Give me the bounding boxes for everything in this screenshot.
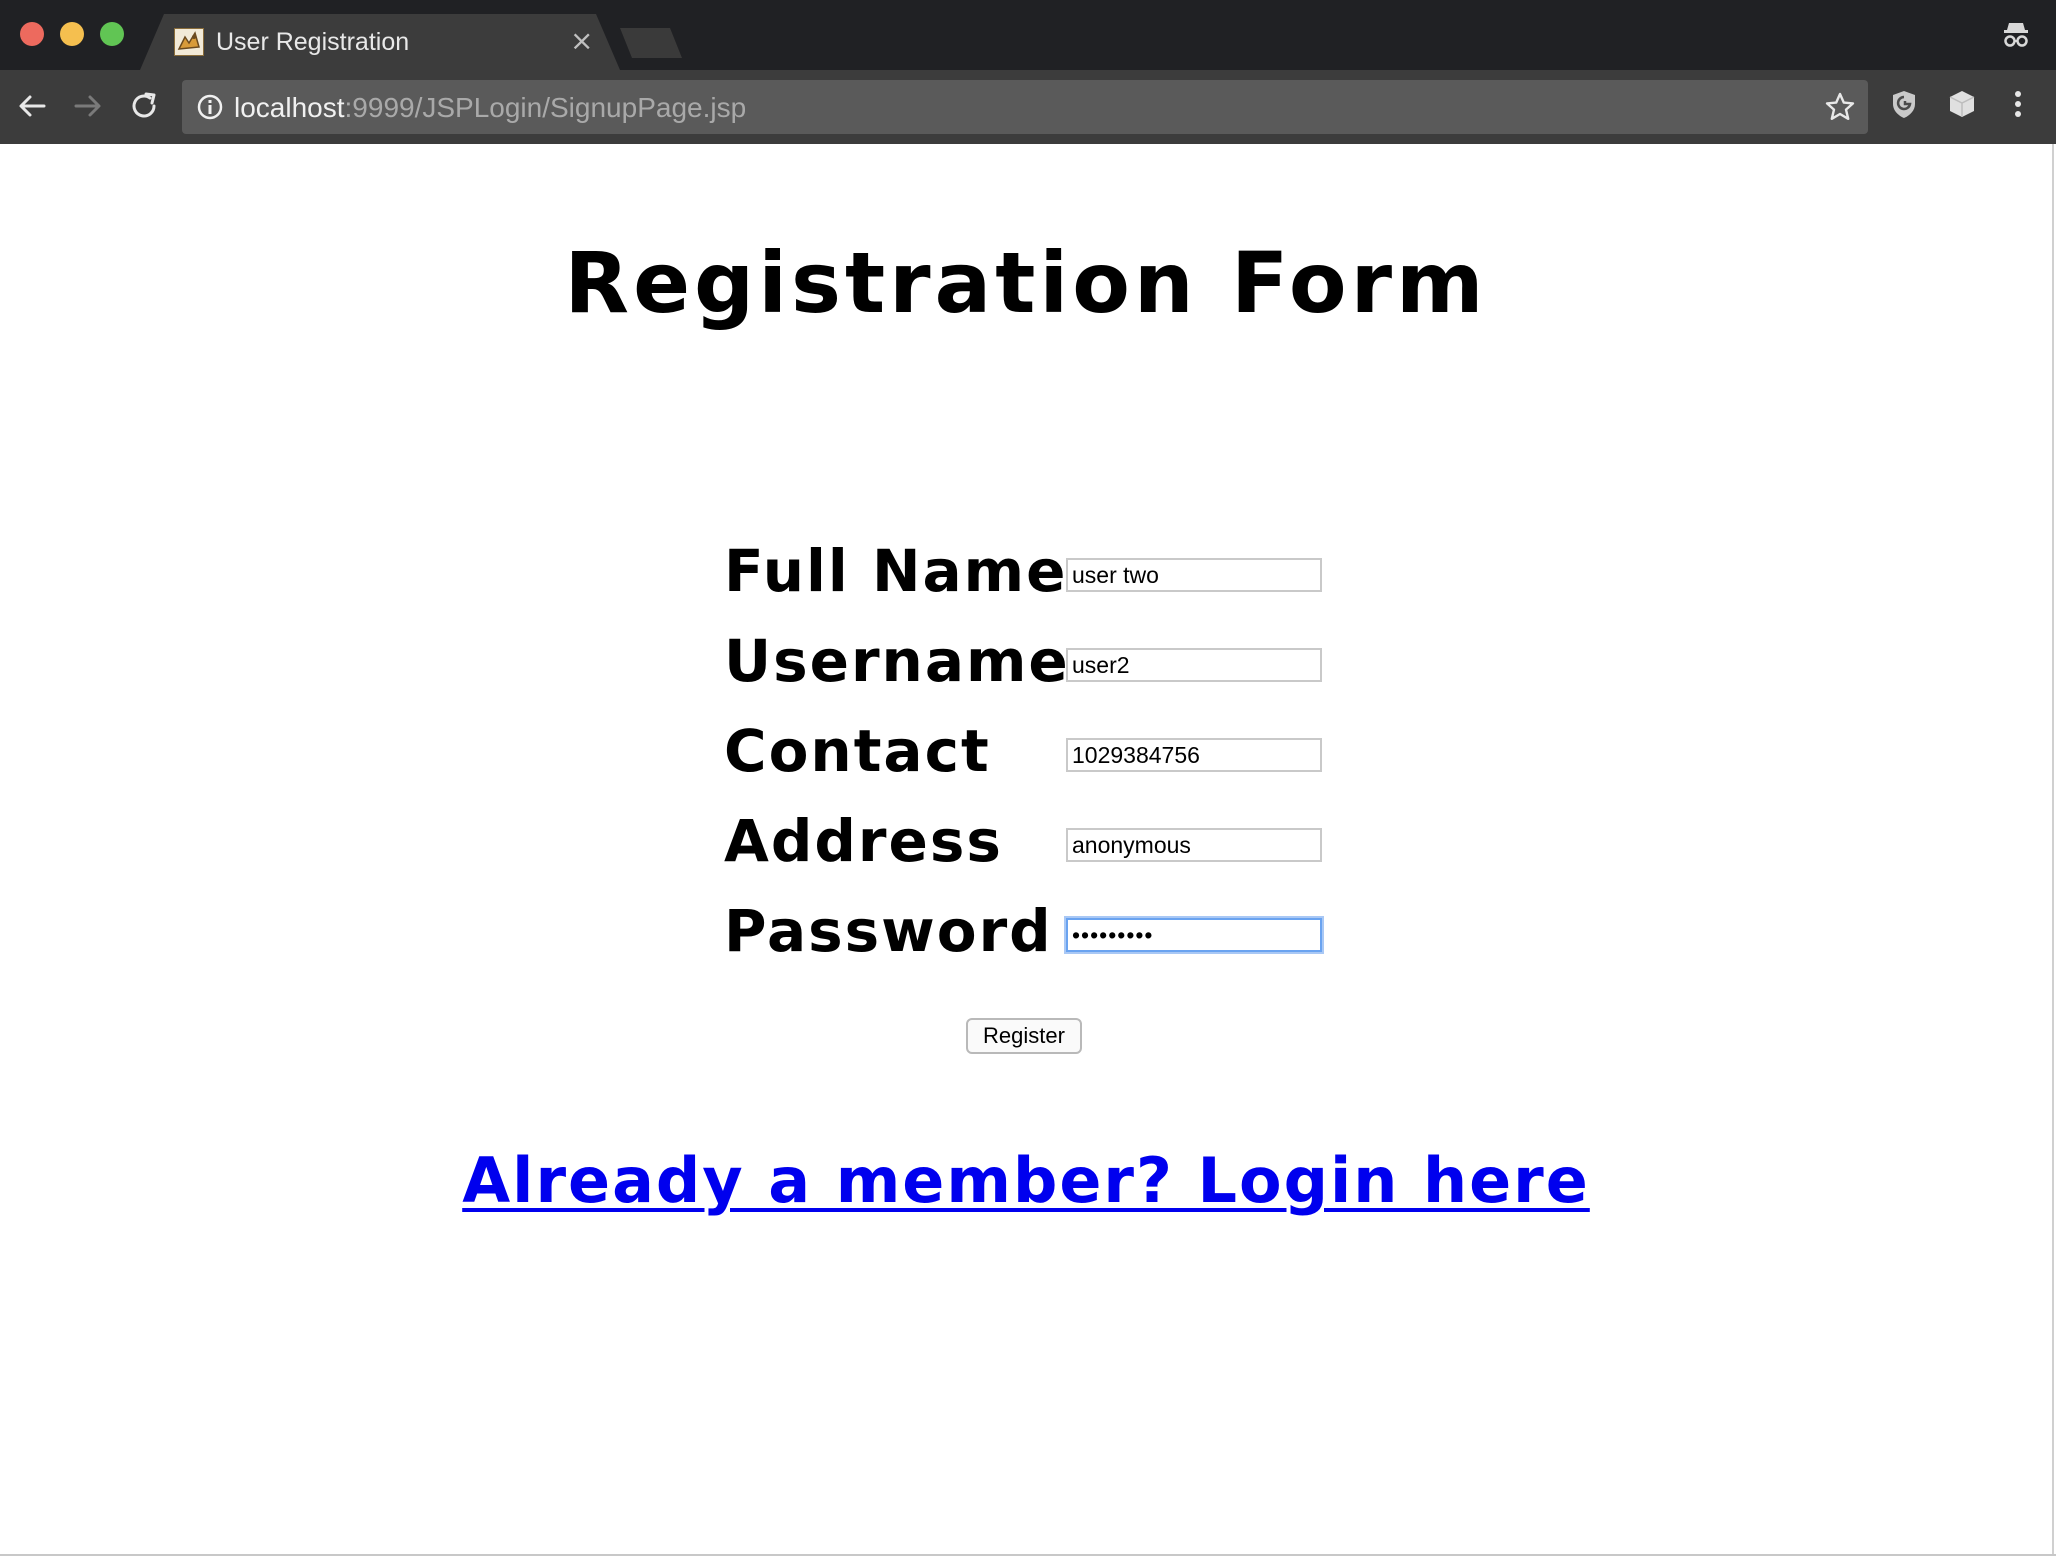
- url-host: localhost: [234, 92, 345, 123]
- form-row-address: Address: [724, 806, 1344, 886]
- address-input[interactable]: [1066, 828, 1322, 862]
- tab-title: User Registration: [216, 28, 410, 56]
- star-icon[interactable]: [1824, 91, 1856, 123]
- new-tab-button[interactable]: [620, 28, 682, 58]
- contact-input[interactable]: [1066, 738, 1322, 772]
- incognito-icon: [2000, 18, 2032, 50]
- username-label: Username: [724, 627, 1070, 695]
- address-bar[interactable]: localhost:9999/JSPLogin/SignupPage.jsp: [182, 80, 1868, 134]
- close-window-button[interactable]: [20, 22, 44, 46]
- full-name-input[interactable]: [1066, 558, 1322, 592]
- maximize-window-button[interactable]: [100, 22, 124, 46]
- password-input[interactable]: [1066, 918, 1322, 952]
- page-content: Registration Form Full Name Username Con…: [0, 144, 2054, 1556]
- info-icon[interactable]: [196, 93, 224, 121]
- form-row-contact: Contact: [724, 716, 1344, 796]
- login-link[interactable]: Already a member? Login here: [0, 1144, 2052, 1217]
- active-tab[interactable]: User Registration ×: [140, 14, 620, 70]
- form-row-username: Username: [724, 626, 1344, 706]
- back-arrow-icon[interactable]: [14, 88, 50, 124]
- kebab-menu-icon[interactable]: [2002, 88, 2034, 120]
- tomcat-favicon-icon: [174, 28, 204, 56]
- password-label: Password: [724, 897, 1053, 965]
- tab-strip: User Registration ×: [0, 0, 2056, 70]
- register-button[interactable]: Register: [966, 1018, 1082, 1054]
- browser-toolbar: localhost:9999/JSPLogin/SignupPage.jsp: [0, 70, 2056, 144]
- reload-icon[interactable]: [126, 88, 162, 124]
- minimize-window-button[interactable]: [60, 22, 84, 46]
- cube-extension-icon[interactable]: [1946, 88, 1978, 120]
- shield-extension-icon[interactable]: [1888, 88, 1920, 120]
- browser-window: User Registration × localhost:9999/JSPLo…: [0, 0, 2056, 1556]
- full-name-label: Full Name: [724, 537, 1068, 605]
- forward-arrow-icon[interactable]: [70, 88, 106, 124]
- form-row-full-name: Full Name: [724, 536, 1344, 616]
- form-row-password: Password: [724, 896, 1344, 976]
- address-label: Address: [724, 807, 1003, 875]
- username-input[interactable]: [1066, 648, 1322, 682]
- url-text: localhost:9999/JSPLogin/SignupPage.jsp: [234, 92, 746, 124]
- close-tab-icon[interactable]: ×: [570, 26, 593, 56]
- url-path: :9999/JSPLogin/SignupPage.jsp: [344, 92, 747, 123]
- contact-label: Contact: [724, 717, 991, 785]
- page-title: Registration Form: [564, 234, 1488, 332]
